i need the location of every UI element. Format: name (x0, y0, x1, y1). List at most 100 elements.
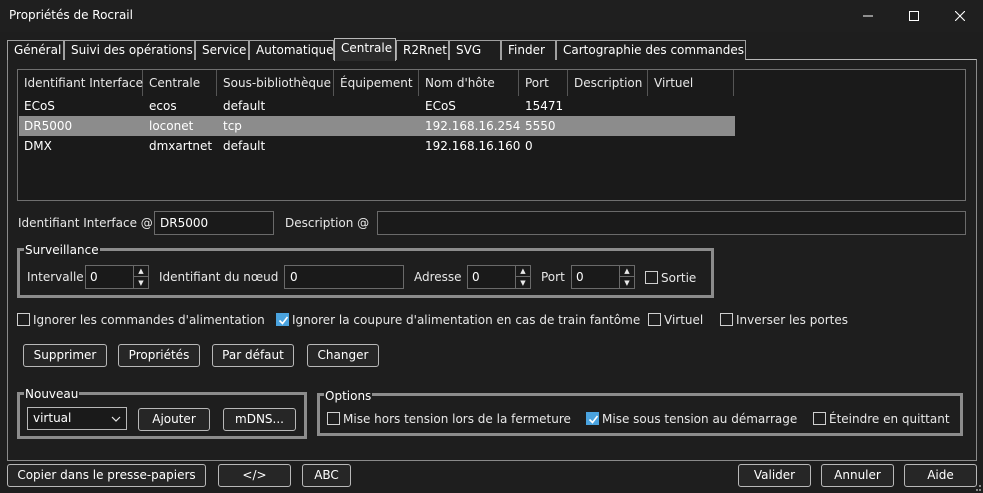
cancel-button[interactable]: Annuler (821, 464, 894, 487)
ignore-power-commands-checkbox[interactable] (17, 313, 30, 326)
column-header[interactable]: Virtuel (648, 70, 734, 96)
address-spinner[interactable]: 0 ▲ ▼ (467, 265, 531, 289)
port-spinner[interactable]: 0 ▲ ▼ (571, 265, 635, 289)
power-off-on-quit-checkbox[interactable] (813, 412, 826, 425)
tab-service[interactable]: Service (195, 40, 249, 60)
window-title: Propriétés de Rocrail (9, 8, 133, 22)
cell-port: 0 (525, 139, 533, 153)
column-header[interactable]: Port (519, 70, 568, 96)
port-label: Port (541, 270, 565, 284)
description-label: Description @ (285, 216, 370, 230)
ignore-ghost-train-label: Ignorer la coupure d'alimentation en cas… (292, 313, 641, 327)
cell-sublibrary: default (223, 99, 266, 113)
tab-general[interactable]: Général (7, 40, 64, 60)
surveillance-group-title: Surveillance (24, 243, 100, 257)
virtual-checkbox[interactable] (648, 313, 661, 326)
add-button[interactable]: Ajouter (138, 408, 210, 431)
spin-down-icon[interactable]: ▼ (620, 277, 634, 288)
column-header[interactable]: Nom d'hôte (419, 70, 519, 96)
column-header[interactable]: Description (568, 70, 648, 96)
cell-sublibrary: default (223, 139, 266, 153)
column-header[interactable]: Équipement (334, 70, 419, 96)
cell-sublibrary: tcp (223, 119, 242, 133)
tab-finder[interactable]: Finder (501, 40, 556, 60)
power-off-on-close-label: Mise hors tension lors de la fermeture (343, 412, 571, 426)
cell-hostname: ECoS (425, 99, 456, 113)
tab-automatic[interactable]: Automatique (249, 40, 334, 60)
maximize-icon (909, 11, 919, 21)
node-id-input[interactable]: 0 (284, 265, 404, 289)
cell-port: 5550 (525, 119, 556, 133)
node-id-label: Identifiant du nœud (159, 270, 279, 284)
properties-button[interactable]: Propriétés (118, 344, 200, 367)
cell-interface-id: DMX (24, 139, 52, 153)
cell-port: 15471 (525, 99, 564, 113)
ok-button[interactable]: Valider (738, 464, 811, 487)
spin-up-icon[interactable]: ▲ (134, 266, 148, 277)
address-value: 0 (472, 270, 480, 284)
invert-ports-checkbox[interactable] (720, 313, 733, 326)
spin-down-icon[interactable]: ▼ (134, 277, 148, 288)
change-button[interactable]: Changer (307, 344, 379, 367)
column-header[interactable]: Sous-bibliothèque (217, 70, 334, 96)
cell-central: ecos (149, 99, 177, 113)
interface-id-input[interactable]: DR5000 (154, 211, 274, 235)
chevron-down-icon (106, 408, 126, 429)
tab-command-mapping[interactable]: Cartographie des commandes (556, 40, 746, 60)
close-button[interactable] (937, 0, 983, 32)
column-header[interactable]: Identifiant Interface (18, 70, 143, 96)
table-row[interactable]: ECoS ecos default ECoS 15471 (19, 96, 735, 116)
cell-interface-id: DR5000 (24, 119, 73, 133)
power-off-on-quit-label: Éteindre en quittant (829, 412, 950, 426)
description-input[interactable] (377, 211, 966, 235)
options-group-title: Options (324, 389, 373, 403)
ignore-power-commands-label: Ignorer les commandes d'alimentation (33, 313, 265, 327)
delete-button[interactable]: Supprimer (23, 344, 107, 367)
cell-central: loconet (149, 119, 194, 133)
mdns-button[interactable]: mDNS... (223, 408, 296, 431)
tab-operations-tracking[interactable]: Suivi des opérations (64, 40, 195, 60)
resize-grip-icon[interactable] (973, 485, 981, 491)
checkmark-icon (278, 316, 289, 325)
interval-spinner[interactable]: 0 ▲ ▼ (85, 265, 149, 289)
spin-up-icon[interactable]: ▲ (516, 266, 530, 277)
abc-button[interactable]: ABC (302, 464, 351, 487)
tab-r2rnet[interactable]: R2Rnet (396, 40, 449, 60)
ignore-ghost-train-checkbox[interactable] (276, 313, 289, 326)
invert-ports-label: Inverser les portes (736, 313, 848, 327)
power-on-at-start-checkbox[interactable] (586, 412, 599, 425)
table-row[interactable]: DMX dmxartnet default 192.168.16.160 0 (19, 136, 735, 156)
new-group-title: Nouveau (24, 387, 80, 401)
interface-id-label: Identifiant Interface @ (18, 216, 153, 230)
minimize-icon (863, 15, 873, 17)
table-row-selected[interactable]: DR5000 loconet tcp 192.168.16.254 5550 (19, 116, 735, 136)
column-header[interactable]: Centrale (143, 70, 217, 96)
output-label: Sortie (661, 271, 697, 285)
tab-svg[interactable]: SVG (449, 40, 501, 60)
power-off-on-close-checkbox[interactable] (327, 412, 340, 425)
central-type-value: virtual (33, 411, 72, 425)
title-bar: Propriétés de Rocrail (0, 0, 983, 32)
spin-down-icon[interactable]: ▼ (516, 277, 530, 288)
central-type-select[interactable]: virtual (27, 407, 127, 430)
interface-list[interactable]: Identifiant Interface Centrale Sous-bibl… (17, 69, 966, 201)
default-button[interactable]: Par défaut (212, 344, 294, 367)
tab-centrale[interactable]: Centrale (334, 38, 396, 61)
interval-label: Intervalle (27, 270, 84, 284)
virtual-label: Virtuel (664, 313, 704, 327)
cell-hostname: 192.168.16.160 (425, 139, 521, 153)
maximize-button[interactable] (891, 0, 937, 32)
code-button[interactable]: </> (218, 464, 291, 487)
address-label: Adresse (414, 270, 462, 284)
port-value: 0 (576, 270, 584, 284)
cell-interface-id: ECoS (24, 99, 55, 113)
output-checkbox[interactable] (645, 271, 658, 284)
cell-central: dmxartnet (149, 139, 213, 153)
help-button[interactable]: Aide (904, 464, 977, 487)
minimize-button[interactable] (845, 0, 891, 32)
interval-value: 0 (90, 270, 98, 284)
spin-up-icon[interactable]: ▲ (620, 266, 634, 277)
copy-to-clipboard-button[interactable]: Copier dans le presse-papiers (7, 464, 206, 487)
checkmark-icon (588, 415, 599, 424)
cell-hostname: 192.168.16.254 (425, 119, 521, 133)
